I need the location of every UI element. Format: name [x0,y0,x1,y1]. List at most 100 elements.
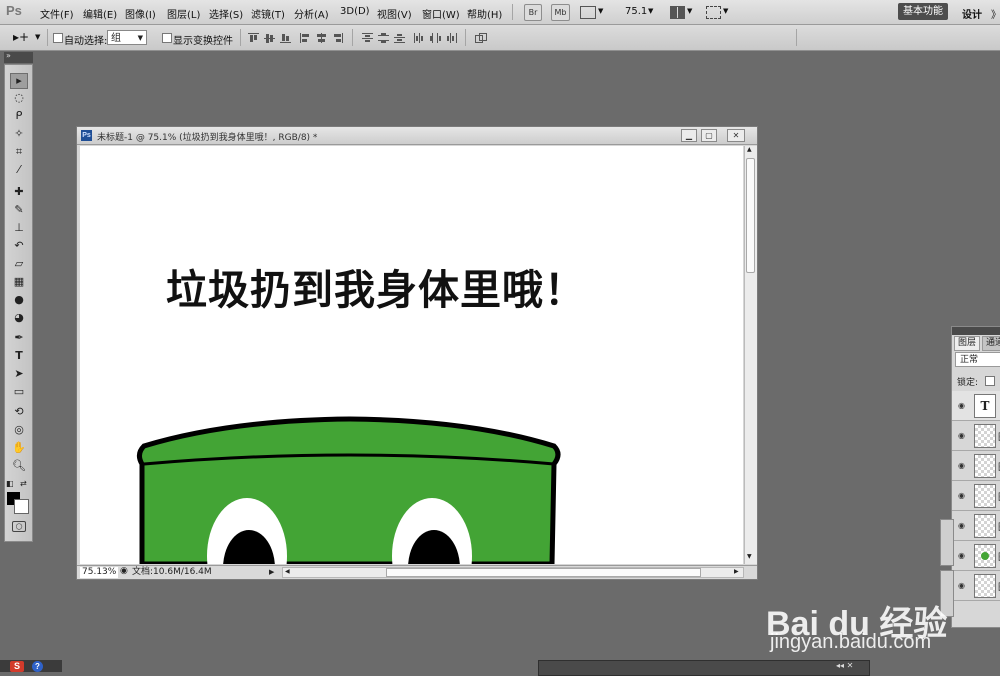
canvas[interactable]: 垃圾扔到我身体里哦！ [80,146,743,564]
eye-icon[interactable]: ◉ [958,461,965,470]
zoom-readout[interactable]: 75.13% [80,567,118,578]
move-tool-preset-icon[interactable]: ▸+ [13,30,29,44]
menu-edit[interactable]: 编辑(E) [83,6,117,21]
tab-channels[interactable]: 通道 [982,336,1000,351]
clone-stamp-icon[interactable]: ⊥ [11,221,27,235]
arrange-documents-icon[interactable] [670,6,685,19]
mini-bridge-button[interactable]: Mb [551,4,570,21]
auto-align-layers-icon[interactable] [475,33,487,43]
scroll-up-icon[interactable]: ▲ [747,146,752,153]
align-horizontal-center-icon[interactable] [316,33,327,43]
eye-icon[interactable]: ◉ [958,491,965,500]
menu-select[interactable]: 选择(S) [209,6,243,21]
menu-analysis[interactable]: 分析(A) [294,6,329,21]
brush-icon[interactable]: ✎ [11,203,27,217]
distribute-bottom-icon[interactable] [394,33,405,43]
workspace-basic-button[interactable]: 基本功能 [898,3,948,20]
toolbox-header[interactable]: » [4,51,33,63]
menu-3d[interactable]: 3D(D) [340,6,370,17]
bottom-panel-header[interactable] [538,660,870,676]
distribute-horizontal-center-icon[interactable] [430,33,441,43]
horizontal-scrollbar[interactable]: ◀ ▶ [282,567,744,578]
distribute-right-icon[interactable] [446,33,457,43]
status-menu-arrow-icon[interactable]: ▶ [269,568,274,576]
layers-panel-header[interactable] [952,327,1000,335]
menu-file[interactable]: 文件(F) [40,6,74,21]
layer-row[interactable]: ◉ 图 [952,421,1000,451]
vertical-scrollbar[interactable]: ▲ ▼ [744,146,757,564]
history-brush-icon[interactable]: ↶ [11,239,27,253]
layer-row[interactable]: ◉ 图 [952,541,1000,571]
dodge-icon[interactable]: ◕ [11,311,27,325]
layer-row[interactable]: ◉ 图 [952,511,1000,541]
scroll-left-icon[interactable]: ◀ [285,568,290,575]
align-right-icon[interactable] [332,33,343,43]
3d-orbit-icon[interactable]: ◎ [11,423,27,437]
minimize-icon[interactable]: ▁ [681,129,697,142]
lock-transparency-checkbox[interactable] [985,376,995,386]
menu-image[interactable]: 图像(I) [125,6,156,21]
layer-row[interactable]: ◉ 图 [952,481,1000,511]
workspace-design-button[interactable]: 设计 [962,6,982,21]
chevron-down-icon[interactable]: ▼ [723,7,728,15]
crop-icon[interactable]: ⌗ [11,145,27,159]
help-icon[interactable]: ? [32,661,43,672]
collapsed-panel-icon[interactable] [940,519,954,566]
view-extras-icon[interactable] [580,6,596,19]
maximize-icon[interactable]: ▢ [701,129,717,142]
quick-mask-icon[interactable]: ◯ [12,521,26,532]
eye-icon[interactable]: ◉ [958,551,965,560]
hand-icon[interactable]: ✋ [11,441,27,455]
menu-view[interactable]: 视图(V) [377,6,412,21]
distribute-vertical-center-icon[interactable] [378,33,389,43]
default-colors-icon[interactable]: ◧ [6,479,14,488]
menu-help[interactable]: 帮助(H) [467,6,502,21]
show-transform-checkbox[interactable] [162,33,172,43]
swap-colors-icon[interactable]: ⇄ [20,479,27,488]
background-color-swatch[interactable] [14,499,29,514]
menu-window[interactable]: 窗口(W) [422,6,460,21]
layer-row[interactable]: ◉ 图 [952,451,1000,481]
auto-select-checkbox[interactable] [53,33,63,43]
chevron-down-icon[interactable]: ▼ [35,33,40,41]
bridge-button[interactable]: Br [524,4,542,21]
align-vertical-center-icon[interactable] [264,33,275,43]
taskbar-s-icon[interactable]: S [10,661,24,672]
path-select-icon[interactable]: ➤ [11,367,27,381]
layer-row[interactable]: ◉ 图 [952,571,1000,601]
vertical-scroll-thumb[interactable] [746,158,755,273]
eyedropper-icon[interactable]: ⁄ [11,163,27,177]
close-icon[interactable]: ✕ [727,129,745,142]
document-title-bar[interactable]: Ps 未标题-1 @ 75.1% (垃圾扔到我身体里哦！, RGB/8) * ▁… [77,127,757,145]
eye-icon[interactable]: ◉ [958,581,965,590]
chevron-down-icon[interactable]: ▼ [648,7,653,15]
zoom-icon[interactable]: 🔍︎ [11,459,27,473]
layer-row[interactable]: ◉ T [952,391,1000,421]
zoom-level[interactable]: 75.1 [625,6,647,17]
horizontal-scroll-thumb[interactable] [386,568,701,577]
tab-layers[interactable]: 图层 [954,336,981,351]
3d-rotate-icon[interactable]: ⟲ [11,405,27,419]
scroll-down-icon[interactable]: ▼ [747,553,752,560]
lasso-icon[interactable]: ᑭ [11,109,27,123]
align-bottom-icon[interactable] [280,33,291,43]
panel-collapse-icon[interactable]: ◂◂ ✕ [836,661,853,670]
healing-brush-icon[interactable]: ✚ [11,185,27,199]
gradient-icon[interactable]: ▦ [11,275,27,289]
menu-layer[interactable]: 图层(L) [167,6,200,21]
auto-select-dropdown[interactable]: 组 ▼ [107,30,147,45]
blur-icon[interactable]: ● [11,293,27,307]
eye-icon[interactable]: ◉ [958,401,965,410]
pen-icon[interactable]: ✒ [11,331,27,345]
align-left-icon[interactable] [300,33,311,43]
distribute-top-icon[interactable] [362,33,373,43]
menu-filter[interactable]: 滤镜(T) [251,6,285,21]
eye-icon[interactable]: ◉ [958,431,965,440]
status-options-icon[interactable]: ◉ [120,566,128,576]
chevron-down-icon[interactable]: ▼ [598,7,603,15]
scroll-right-icon[interactable]: ▶ [734,568,739,575]
shape-icon[interactable]: ▭ [11,385,27,399]
move-icon[interactable]: ▸ [10,73,28,89]
chevron-down-icon[interactable]: ▼ [687,7,692,15]
blend-mode-dropdown[interactable]: 正常 [955,352,1000,367]
